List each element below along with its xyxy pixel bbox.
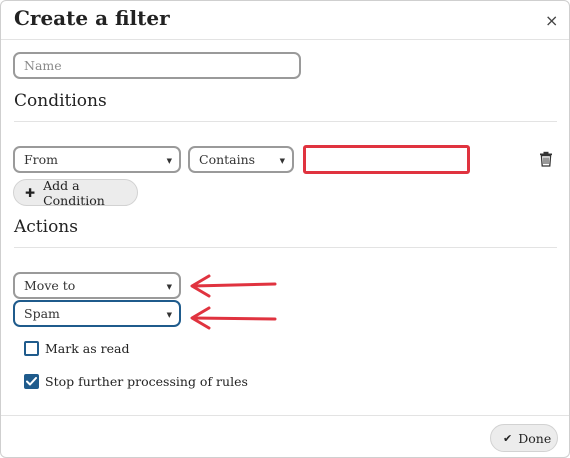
- chevron-down-icon: ▼: [166, 310, 172, 319]
- condition-value-input[interactable]: [303, 145, 470, 174]
- checkmark-icon: [26, 377, 37, 386]
- target-folder-select[interactable]: Spam ▼: [13, 300, 181, 327]
- stop-processing-label: Stop further processing of rules: [45, 374, 248, 389]
- chevron-down-icon: ▼: [166, 282, 172, 291]
- condition-field-select[interactable]: From ▼: [13, 146, 181, 173]
- action-type-value: Move to: [24, 278, 76, 293]
- done-button[interactable]: ✔ Done: [490, 424, 558, 452]
- mark-as-read-label: Mark as read: [45, 341, 130, 356]
- annotation-arrow-icon: [190, 306, 277, 330]
- mark-as-read-row[interactable]: Mark as read: [24, 341, 129, 356]
- checkmark-icon: ✔: [503, 431, 513, 445]
- actions-divider: [14, 247, 557, 248]
- chevron-down-icon: ▼: [166, 156, 172, 165]
- conditions-heading: Conditions: [14, 91, 107, 111]
- condition-operator-select[interactable]: Contains ▼: [188, 146, 294, 173]
- action-type-select[interactable]: Move to ▼: [13, 272, 181, 299]
- done-label: Done: [518, 430, 552, 446]
- close-icon[interactable]: ×: [545, 11, 558, 30]
- stop-processing-checkbox[interactable]: [24, 374, 39, 389]
- stop-processing-row[interactable]: Stop further processing of rules: [24, 374, 248, 389]
- mark-as-read-checkbox[interactable]: [24, 341, 39, 356]
- add-condition-label: Add a Condition: [43, 177, 105, 208]
- chevron-down-icon: ▼: [279, 156, 285, 165]
- target-folder-value: Spam: [24, 306, 60, 321]
- footer-divider: [1, 415, 569, 416]
- header-divider: [1, 39, 569, 40]
- conditions-divider: [14, 121, 557, 122]
- actions-heading: Actions: [14, 217, 78, 237]
- dialog-title: Create a filter: [14, 6, 170, 30]
- condition-field-value: From: [24, 152, 59, 167]
- filter-name-input[interactable]: Name: [13, 52, 301, 79]
- condition-operator-value: Contains: [199, 152, 256, 167]
- add-condition-button[interactable]: ✚ Add a Condition: [13, 177, 138, 208]
- plus-icon: ✚: [25, 185, 36, 200]
- annotation-arrow-icon: [190, 274, 277, 298]
- trash-icon[interactable]: [539, 151, 553, 171]
- create-filter-dialog: Create a filter × Name Conditions From ▼…: [0, 0, 570, 458]
